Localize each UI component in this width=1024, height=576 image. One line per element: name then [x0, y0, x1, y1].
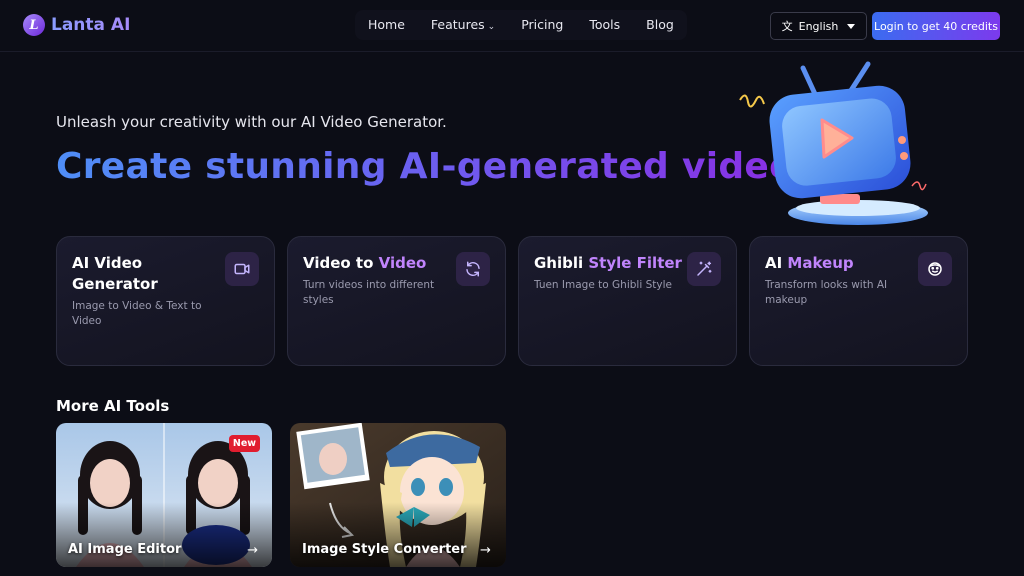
- feature-card-description: Image to Video & Text to Video: [72, 300, 202, 327]
- caret-down-icon: [847, 23, 856, 29]
- nav-item-pricing[interactable]: Pricing: [508, 10, 576, 40]
- site-header: L Lanta AI Home Features ⌄ Pricing Tools …: [0, 0, 1024, 52]
- language-label: English: [798, 19, 839, 33]
- face-icon: [918, 252, 952, 286]
- tool-card-label: Image Style Converter: [302, 542, 467, 557]
- nav-item-features-label: Features: [430, 17, 485, 32]
- chevron-down-icon: ⌄: [487, 22, 496, 32]
- feature-card-title: AI Makeup: [765, 254, 854, 272]
- login-button[interactable]: Login to get 40 credits: [872, 12, 1000, 40]
- new-badge: New: [229, 435, 260, 452]
- brand-logo[interactable]: L Lanta AI: [23, 14, 130, 36]
- arrow-right-icon: →: [247, 543, 258, 558]
- tool-card-image-style-converter[interactable]: Image Style Converter →: [290, 423, 506, 567]
- tool-card-label: AI Image Editor: [68, 542, 182, 557]
- translate-icon: 文: [781, 20, 793, 33]
- logo-icon: L: [23, 14, 45, 36]
- hero-title: Create stunning AI-generated videos: [56, 146, 816, 187]
- refresh-icon: [456, 252, 490, 286]
- more-tools-heading: More AI Tools: [56, 397, 170, 415]
- feature-card-video-to-video[interactable]: Video to Video Turn videos into differen…: [287, 236, 506, 366]
- nav-item-features[interactable]: Features ⌄: [418, 10, 508, 40]
- nav-item-tools[interactable]: Tools: [576, 10, 633, 40]
- feature-card-title: AI Video Generator: [72, 254, 158, 293]
- nav-item-home[interactable]: Home: [355, 10, 418, 40]
- tv-illustration: [739, 61, 928, 225]
- feature-card-title: Video to Video: [303, 254, 427, 272]
- feature-card-title: Ghibli Style Filter: [534, 254, 682, 272]
- brand-name: Lanta AI: [51, 15, 131, 35]
- feature-card-ghibli-style-filter[interactable]: Ghibli Style Filter Tuen Image to Ghibli…: [518, 236, 737, 366]
- hero-subtitle: Unleash your creativity with our AI Vide…: [56, 113, 447, 131]
- nav-item-blog[interactable]: Blog: [633, 10, 687, 40]
- feature-card-description: Turn videos into different styles: [303, 279, 435, 306]
- feature-card-ai-makeup[interactable]: AI Makeup Transform looks with AI makeup: [749, 236, 968, 366]
- magic-wand-icon: [687, 252, 721, 286]
- video-camera-icon: [225, 252, 259, 286]
- main-nav: Home Features ⌄ Pricing Tools Blog: [355, 10, 687, 40]
- language-selector[interactable]: 文 English: [770, 12, 867, 40]
- feature-card-ai-video-generator[interactable]: AI Video Generator Image to Video & Text…: [56, 236, 275, 366]
- arrow-right-icon: →: [480, 543, 491, 558]
- feature-card-description: Transform looks with AI makeup: [765, 279, 888, 306]
- feature-card-description: Tuen Image to Ghibli Style: [534, 279, 672, 291]
